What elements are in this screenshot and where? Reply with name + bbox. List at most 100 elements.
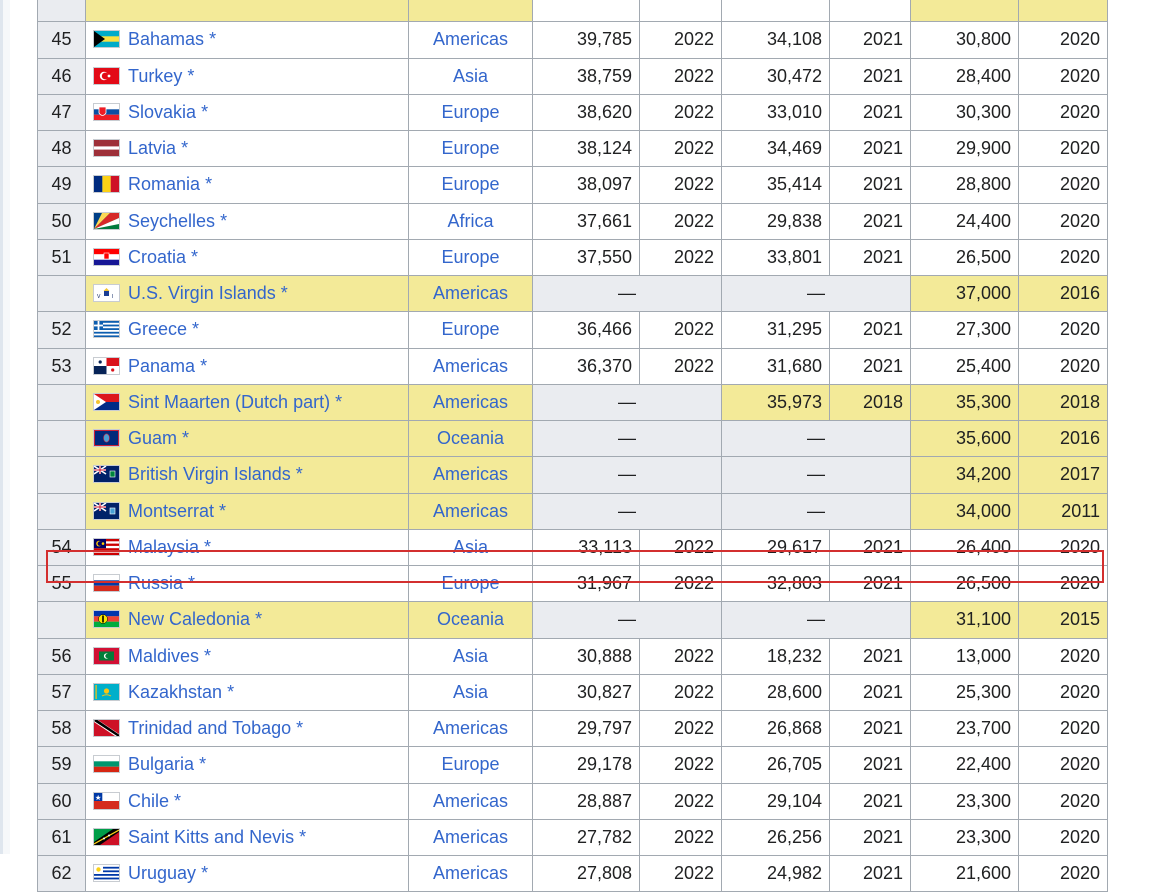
footnote-star-link[interactable]: * (188, 573, 195, 593)
world-bank-estimate-cell: 31,680 (721, 347, 830, 385)
cia-estimate-cell: 26,500 (910, 238, 1019, 277)
country-link[interactable]: Panama (128, 356, 195, 376)
country-link[interactable]: Bahamas (128, 29, 204, 49)
country-link[interactable]: Latvia (128, 138, 176, 158)
country-link[interactable]: Croatia (128, 247, 186, 267)
footnote-star-link[interactable]: * (201, 863, 208, 883)
table-row: 45 Bahamas * Americas 39,785 2022 34,108 2021 3… (37, 21, 1108, 59)
country-link[interactable]: Slovakia (128, 102, 196, 122)
country-link[interactable]: Greece (128, 319, 187, 339)
footnote-star-link[interactable]: * (201, 102, 208, 122)
cia-year-cell: 2020 (1018, 564, 1108, 603)
footnote-star-link[interactable]: * (174, 791, 181, 811)
country-link[interactable]: Kazakhstan (128, 682, 222, 702)
region-link[interactable]: Americas (433, 863, 508, 883)
footnote-star-link[interactable]: * (219, 501, 226, 521)
footnote-star-link[interactable]: * (299, 827, 306, 847)
country-link[interactable]: Saint Kitts and Nevis (128, 827, 294, 847)
footnote-star-link[interactable]: * (255, 609, 262, 629)
footnote-star-link[interactable]: * (204, 646, 211, 666)
rank-cell: 46 (37, 57, 86, 95)
footnote-star-link[interactable]: * (296, 718, 303, 738)
country-link[interactable]: Bulgaria (128, 754, 194, 774)
country-link[interactable]: Sint Maarten (Dutch part) (128, 392, 330, 412)
region-link[interactable]: Americas (433, 392, 508, 412)
country-cell: Saint Kitts and Nevis * (85, 818, 409, 857)
imf-estimate-cell: 38,620 (532, 93, 640, 132)
country-link[interactable]: Montserrat (128, 501, 214, 521)
country-link[interactable]: Guam (128, 428, 177, 448)
region-link[interactable]: Americas (433, 464, 508, 484)
world-bank-year-cell: 2021 (829, 347, 911, 385)
world-bank-estimate-cell: 26,256 (721, 818, 830, 857)
region-link[interactable]: Americas (433, 501, 508, 521)
region-link[interactable]: Americas (433, 718, 508, 738)
cia-year-cell: 2018 (1018, 383, 1108, 422)
region-link[interactable]: Americas (433, 356, 508, 376)
region-link[interactable]: Europe (441, 573, 499, 593)
footnote-star-link[interactable]: * (181, 138, 188, 158)
imf-year-cell: 2022 (639, 528, 722, 567)
region-link[interactable]: Europe (441, 754, 499, 774)
region-link[interactable]: Asia (453, 682, 488, 702)
country-link[interactable]: U.S. Virgin Islands (128, 283, 276, 303)
footnote-star-link[interactable]: * (200, 356, 207, 376)
country-cell: Romania * (85, 166, 409, 204)
footnote-star-link[interactable]: * (209, 29, 216, 49)
world-bank-estimate-cell: 29,838 (721, 202, 830, 240)
region-link[interactable]: Europe (441, 174, 499, 194)
footnote-star-link[interactable]: * (187, 66, 194, 86)
country-link[interactable]: Uruguay (128, 863, 196, 883)
region-link[interactable]: Americas (433, 29, 508, 49)
country-cell: Sint Maarten (Dutch part) * (85, 383, 409, 422)
region-cell: Americas (408, 709, 533, 748)
cia-year-cell: 2015 (1018, 601, 1108, 639)
imf-year-cell: 2022 (639, 129, 722, 168)
country-link[interactable]: British Virgin Islands (128, 464, 291, 484)
region-link[interactable]: Africa (447, 211, 493, 231)
footnote-star-link[interactable]: * (182, 428, 189, 448)
region-link[interactable]: Oceania (437, 609, 504, 629)
region-link[interactable]: Europe (441, 138, 499, 158)
country-link[interactable]: Romania (128, 174, 200, 194)
table-row: 54 Malaysia * Asia 33,113 2022 29,617 2021 26,4… (37, 528, 1108, 567)
region-link[interactable]: Europe (441, 102, 499, 122)
country-link[interactable]: Russia (128, 573, 183, 593)
footnote-star-link[interactable]: * (335, 392, 342, 412)
country-link[interactable]: Turkey (128, 66, 182, 86)
country-link[interactable]: Malaysia (128, 537, 199, 557)
region-link[interactable]: Europe (441, 247, 499, 267)
table-row: 55 Russia * Europe 31,967 2022 32,803 2021 26,5… (37, 564, 1108, 603)
cia-estimate-cell: 26,500 (910, 564, 1019, 603)
region-link[interactable]: Asia (453, 66, 488, 86)
country-link[interactable]: Trinidad and Tobago (128, 718, 291, 738)
footnote-star-link[interactable]: * (199, 754, 206, 774)
guam-flag-icon (93, 429, 120, 448)
country-link[interactable]: Seychelles (128, 211, 215, 231)
country-cell: British Virgin Islands * (85, 456, 409, 494)
country-link[interactable]: Chile (128, 791, 169, 811)
country-cell: New Caledonia * (85, 601, 409, 639)
region-link[interactable]: Americas (433, 791, 508, 811)
us-virgin-islands-flag-icon: VI (93, 284, 120, 303)
footnote-star-link[interactable]: * (220, 211, 227, 231)
footnote-star-link[interactable]: * (227, 682, 234, 702)
region-link[interactable]: Oceania (437, 428, 504, 448)
region-cell: Europe (408, 93, 533, 132)
region-link[interactable]: Americas (433, 827, 508, 847)
footnote-star-link[interactable]: * (191, 247, 198, 267)
footnote-star-link[interactable]: * (281, 283, 288, 303)
rank-cell: 48 (37, 129, 86, 168)
region-link[interactable]: Americas (433, 283, 508, 303)
footnote-star-link[interactable]: * (204, 537, 211, 557)
rank-cell: 45 (37, 21, 86, 59)
footnote-star-link[interactable]: * (192, 319, 199, 339)
footnote-star-link[interactable]: * (296, 464, 303, 484)
footnote-star-link[interactable]: * (205, 174, 212, 194)
region-link[interactable]: Asia (453, 537, 488, 557)
region-link[interactable]: Asia (453, 646, 488, 666)
country-link[interactable]: Maldives (128, 646, 199, 666)
imf-estimate-cell: 38,097 (532, 166, 640, 204)
region-link[interactable]: Europe (441, 319, 499, 339)
country-link[interactable]: New Caledonia (128, 609, 250, 629)
